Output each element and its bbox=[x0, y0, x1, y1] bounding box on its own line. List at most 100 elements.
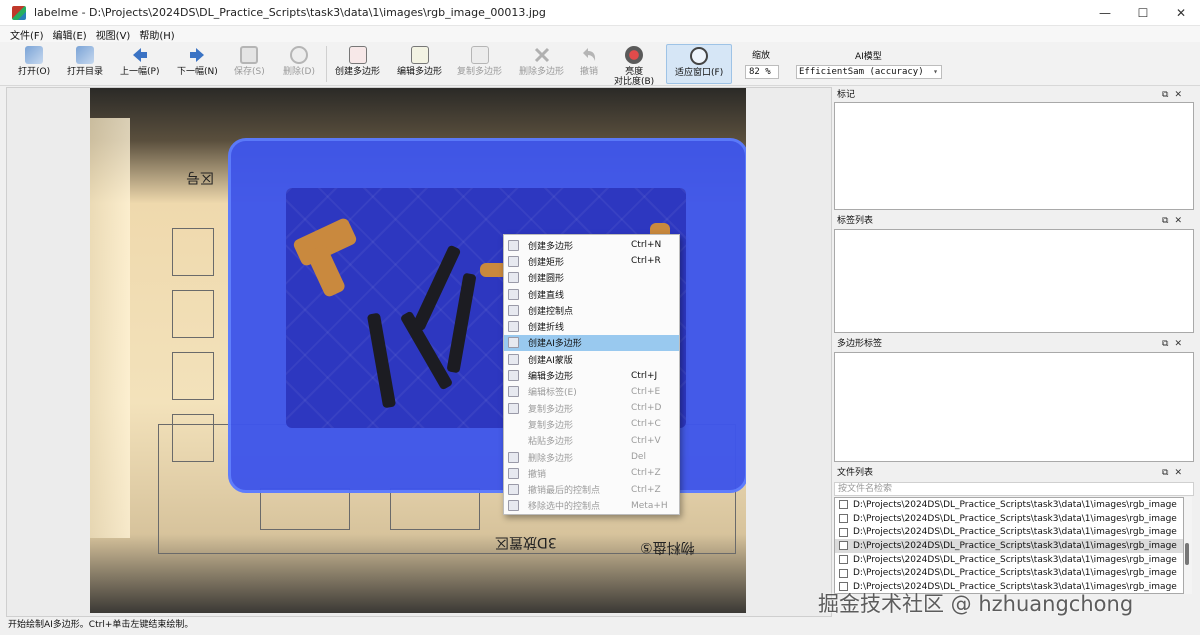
context-menu-item[interactable]: 创建圆形 bbox=[504, 270, 679, 286]
zoom-label: 缩放 bbox=[752, 51, 771, 61]
maximize-button[interactable]: ☐ bbox=[1124, 0, 1162, 26]
menu-item-label: 复制多边形 bbox=[528, 404, 574, 415]
menu-item-shortcut: Ctrl+R bbox=[631, 256, 661, 267]
window-title: labelme - D:\Projects\2024DS\DL_Practice… bbox=[34, 6, 546, 19]
paper-box bbox=[172, 290, 214, 338]
file-search-input[interactable]: 按文件名检索 bbox=[834, 482, 1194, 496]
dock-float-close-icon[interactable]: ⧉✕ bbox=[1162, 214, 1188, 228]
file-checkbox[interactable] bbox=[839, 500, 848, 510]
menu-item-icon bbox=[508, 467, 519, 479]
menu-file[interactable]: 文件(F) bbox=[10, 27, 44, 42]
context-menu-item[interactable]: 创建多边形 Ctrl+N bbox=[504, 237, 679, 253]
file-path: D:\Projects\2024DS\DL_Practice_Scripts\t… bbox=[853, 513, 1177, 524]
paper-box bbox=[172, 352, 214, 400]
labels-panel[interactable] bbox=[834, 102, 1194, 210]
next-image-button[interactable]: 下一幅(N) bbox=[177, 46, 218, 77]
file-list-item[interactable]: D:\Projects\2024DS\DL_Practice_Scripts\t… bbox=[835, 539, 1183, 553]
context-menu-item[interactable]: 创建折线 bbox=[504, 318, 679, 334]
save-disk-icon bbox=[240, 46, 259, 64]
dock-float-close-icon[interactable]: ⧉✕ bbox=[1162, 337, 1188, 351]
menu-item-icon bbox=[508, 304, 519, 316]
edit-polygon-button[interactable]: 编辑多边形 bbox=[397, 46, 442, 77]
context-menu-item[interactable]: 编辑多边形 Ctrl+J bbox=[504, 367, 679, 383]
edit-pencil-icon bbox=[410, 46, 429, 64]
file-path: D:\Projects\2024DS\DL_Practice_Scripts\t… bbox=[853, 540, 1177, 551]
open-button[interactable]: 打开(O) bbox=[18, 46, 50, 77]
context-menu-item[interactable]: 创建AI蒙版 bbox=[504, 351, 679, 367]
create-polygon-button[interactable]: 创建多边形 bbox=[335, 46, 380, 77]
file-checkbox[interactable] bbox=[839, 527, 848, 537]
polygon-labels-panel[interactable] bbox=[834, 352, 1194, 462]
file-checkbox[interactable] bbox=[839, 568, 848, 578]
menu-help[interactable]: 帮助(H) bbox=[139, 27, 174, 42]
menu-item-label: 撤销 bbox=[528, 469, 547, 480]
close-button[interactable]: ✕ bbox=[1162, 0, 1200, 26]
menu-item-label: 编辑标签(E) bbox=[528, 388, 577, 399]
context-menu-item[interactable]: 撤销 Ctrl+Z bbox=[504, 465, 679, 481]
menu-item-icon bbox=[508, 239, 519, 251]
zoom-input[interactable]: 82 % bbox=[745, 65, 779, 79]
window-controls: — ☐ ✕ bbox=[1086, 0, 1200, 26]
file-checkbox[interactable] bbox=[839, 555, 848, 565]
file-path: D:\Projects\2024DS\DL_Practice_Scripts\t… bbox=[853, 499, 1177, 510]
menu-item-shortcut: Ctrl+V bbox=[631, 435, 661, 446]
file-list-item[interactable]: D:\Projects\2024DS\DL_Practice_Scripts\t… bbox=[835, 498, 1183, 512]
context-menu-item[interactable]: 复制多边形 Ctrl+D bbox=[504, 400, 679, 416]
context-menu-item[interactable]: 创建AI多边形 bbox=[504, 334, 679, 352]
menu-edit[interactable]: 编辑(E) bbox=[53, 27, 87, 42]
delete-polygon-button[interactable]: 删除多边形 bbox=[519, 46, 564, 77]
menu-view[interactable]: 视图(V) bbox=[96, 27, 131, 42]
menu-item-label: 移除选中的控制点 bbox=[528, 502, 601, 513]
label-list-panel[interactable] bbox=[834, 229, 1194, 333]
menu-item-label: 编辑多边形 bbox=[528, 372, 574, 383]
file-list-item[interactable]: D:\Projects\2024DS\DL_Practice_Scripts\t… bbox=[835, 553, 1183, 567]
menu-item-shortcut: Ctrl+Z bbox=[631, 468, 661, 479]
context-menu-item[interactable]: 删除多边形 Del bbox=[504, 449, 679, 465]
watermark-text: 掘金技术社区 @ hzhuangchong bbox=[818, 592, 1134, 616]
arrow-left-icon bbox=[132, 48, 147, 62]
open-dir-button[interactable]: 打开目录 bbox=[67, 46, 103, 77]
brightness-icon bbox=[625, 46, 644, 64]
copy-polygon-button[interactable]: 复制多边形 bbox=[457, 46, 502, 77]
minimize-button[interactable]: — bbox=[1086, 0, 1124, 26]
scrollbar-thumb[interactable] bbox=[1185, 543, 1189, 565]
toolbar: 打开(O) 打开目录 上一幅(P) 下一幅(N) 保存(S) 删除(D) 创建多… bbox=[0, 42, 1200, 87]
dock-float-close-icon[interactable]: ⧉✕ bbox=[1162, 466, 1188, 480]
menu-item-shortcut: Meta+H bbox=[631, 500, 668, 511]
file-list-item[interactable]: D:\Projects\2024DS\DL_Practice_Scripts\t… bbox=[835, 566, 1183, 580]
save-button[interactable]: 保存(S) bbox=[234, 46, 265, 77]
menu-item-label: 粘贴多边形 bbox=[528, 437, 574, 448]
file-list-item[interactable]: D:\Projects\2024DS\DL_Practice_Scripts\t… bbox=[835, 512, 1183, 526]
context-menu-item[interactable]: 粘贴多边形 Ctrl+V bbox=[504, 433, 679, 449]
prev-image-button[interactable]: 上一幅(P) bbox=[120, 46, 159, 77]
undo-button[interactable]: 撤销 bbox=[580, 46, 598, 77]
context-menu-item[interactable]: 编辑标签(E) Ctrl+E bbox=[504, 384, 679, 400]
context-menu-item[interactable]: 创建直线 bbox=[504, 286, 679, 302]
menu-item-label: 创建多边形 bbox=[528, 241, 574, 252]
file-checkbox[interactable] bbox=[839, 514, 848, 524]
ai-model-select[interactable]: EfficientSam (accuracy) ▾ bbox=[796, 65, 942, 79]
menu-item-label: 创建矩形 bbox=[528, 257, 565, 268]
menu-item-label: 创建直线 bbox=[528, 290, 565, 301]
context-menu-item[interactable]: 复制多边形 Ctrl+C bbox=[504, 416, 679, 432]
brightness-contrast-button[interactable]: 亮度 对比度(B) bbox=[614, 46, 654, 87]
file-checkbox[interactable] bbox=[839, 541, 848, 551]
file-path: D:\Projects\2024DS\DL_Practice_Scripts\t… bbox=[853, 568, 1177, 579]
context-menu-item[interactable]: 撤销最后的控制点 Ctrl+Z bbox=[504, 481, 679, 497]
menu-item-icon bbox=[508, 484, 519, 496]
menu-item-shortcut: Ctrl+E bbox=[631, 386, 661, 397]
dock-file-list-title: 文件列表 ⧉✕ bbox=[834, 466, 1194, 480]
file-list-item[interactable]: D:\Projects\2024DS\DL_Practice_Scripts\t… bbox=[835, 525, 1183, 539]
menu-item-icon bbox=[508, 337, 519, 349]
file-path: D:\Projects\2024DS\DL_Practice_Scripts\t… bbox=[853, 527, 1177, 538]
context-menu-item[interactable]: 移除选中的控制点 Meta+H bbox=[504, 498, 679, 514]
context-menu-item[interactable]: 创建控制点 bbox=[504, 302, 679, 318]
polygon-icon bbox=[348, 46, 367, 64]
fit-window-button[interactable]: 适应窗口(F) bbox=[666, 44, 733, 84]
dock-float-close-icon[interactable]: ⧉✕ bbox=[1162, 88, 1188, 102]
delete-file-button[interactable]: 删除(D) bbox=[283, 46, 315, 77]
menu-item-label: 创建AI多边形 bbox=[528, 339, 582, 350]
menu-item-icon bbox=[508, 500, 519, 512]
context-menu-item[interactable]: 创建矩形 Ctrl+R bbox=[504, 253, 679, 269]
chevron-down-icon: ▾ bbox=[933, 67, 938, 76]
